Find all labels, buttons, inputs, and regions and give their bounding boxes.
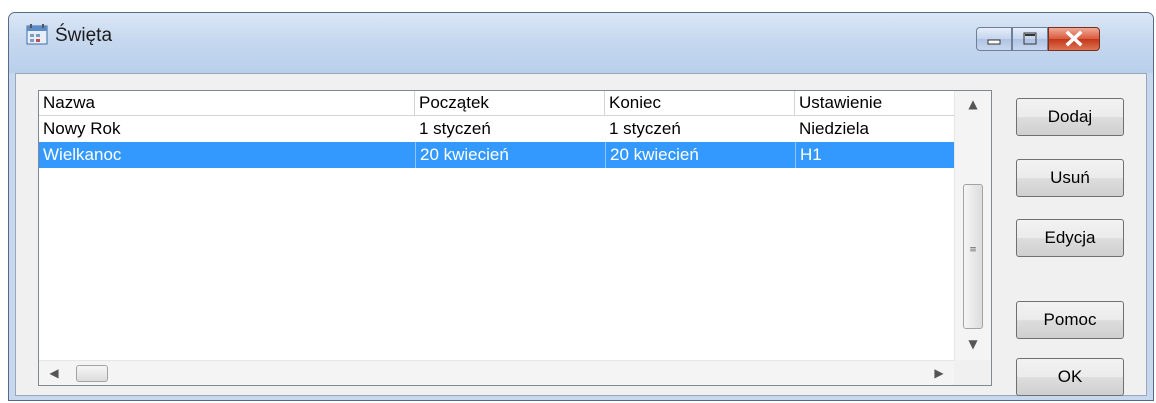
maximize-icon (1023, 32, 1037, 45)
edit-button[interactable]: Edycja (1016, 219, 1124, 257)
close-button[interactable] (1048, 27, 1100, 51)
minimize-icon (987, 39, 1001, 45)
window-title: Święta (55, 25, 113, 46)
scroll-right-arrow-icon[interactable]: ▶ (932, 366, 946, 380)
close-icon (1065, 30, 1083, 47)
table-row[interactable]: Nowy Rok 1 styczeń 1 styczeń Niedziela (39, 116, 954, 142)
column-header-poczatek[interactable]: Początek (415, 91, 605, 115)
horizontal-scroll-thumb[interactable] (76, 365, 108, 382)
scroll-up-arrow-icon[interactable]: ▲ (963, 97, 983, 111)
table-row-selected[interactable]: Wielkanoc 20 kwiecień 20 kwiecień H1 (39, 142, 954, 168)
calendar-app-icon (26, 24, 48, 45)
horizontal-scrollbar[interactable]: ◀ ▶ (39, 360, 954, 385)
cell-nazwa: Wielkanoc (43, 145, 122, 164)
cell-ustawienie: Niedziela (799, 119, 869, 138)
list-header: Nazwa Początek Koniec Ustawienie (39, 91, 954, 116)
cell-poczatek: 1 styczeń (419, 119, 491, 138)
grip-icon: ≡ (969, 245, 977, 255)
cell-koniec: 1 styczeń (609, 119, 681, 138)
remove-button[interactable]: Usuń (1016, 159, 1124, 197)
minimize-button[interactable] (976, 27, 1012, 51)
column-header-nazwa[interactable]: Nazwa (39, 91, 415, 115)
add-button[interactable]: Dodaj (1016, 98, 1124, 136)
title-bar[interactable]: Święta (9, 13, 1153, 73)
cell-ustawienie: H1 (795, 142, 954, 168)
dialog-client-area: Nazwa Początek Koniec Ustawienie Nowy Ro… (15, 73, 1147, 396)
scroll-down-arrow-icon[interactable]: ▼ (963, 337, 983, 351)
vertical-scroll-thumb[interactable]: ≡ (963, 184, 983, 329)
help-button[interactable]: Pomoc (1016, 301, 1124, 339)
column-header-ustawienie[interactable]: Ustawienie (795, 91, 954, 115)
vertical-scrollbar[interactable]: ▲ ≡ ▼ (954, 91, 991, 360)
cell-nazwa: Nowy Rok (43, 119, 121, 138)
cell-poczatek: 20 kwiecień (415, 142, 605, 168)
maximize-button[interactable] (1012, 27, 1048, 51)
cell-koniec: 20 kwiecień (605, 142, 795, 168)
scroll-left-arrow-icon[interactable]: ◀ (47, 366, 61, 380)
ok-button[interactable]: OK (1016, 358, 1124, 396)
scrollbar-corner (954, 360, 991, 385)
holidays-window: Święta Nazwa Początek Koniec Ustawienie (8, 12, 1154, 401)
column-header-koniec[interactable]: Koniec (605, 91, 795, 115)
holidays-list[interactable]: Nazwa Początek Koniec Ustawienie Nowy Ro… (38, 90, 992, 386)
